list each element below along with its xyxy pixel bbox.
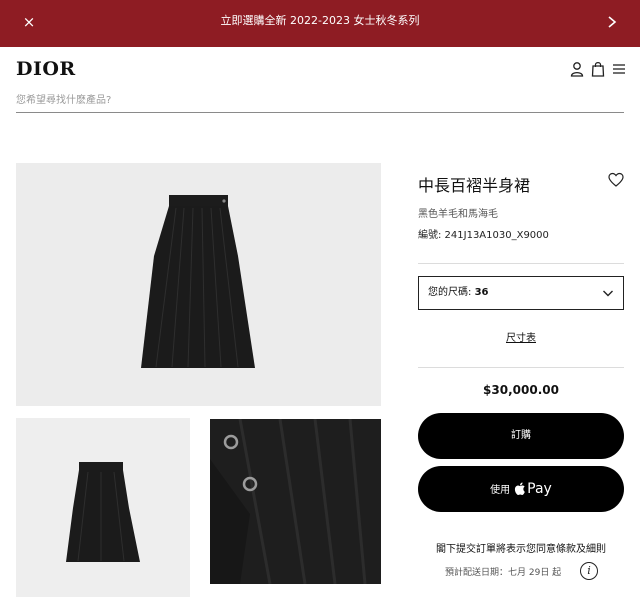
apple-pay-button[interactable]: 使用 Pay [418, 466, 624, 512]
apple-pay-text: Pay [527, 481, 552, 497]
fabric-detail-illustration [210, 418, 381, 585]
skirt-front-illustration [141, 195, 255, 368]
brand-logo[interactable]: DIOR [16, 58, 76, 80]
order-button[interactable]: 訂購 [418, 413, 624, 459]
product-title: 中長百褶半身裙 [418, 176, 531, 195]
info-icon[interactable]: i [580, 562, 598, 580]
terms-text[interactable]: 閣下提交訂單將表示您同意條款及細則 [418, 540, 624, 555]
skirt-side-illustration [66, 462, 140, 562]
size-label: 您的尺碼: [428, 287, 472, 298]
fabric-detail-photo [210, 418, 381, 585]
chevron-down-icon [603, 290, 613, 297]
heart-icon[interactable] [608, 172, 624, 188]
search-input[interactable] [16, 89, 624, 113]
announcement-banner: × 立即選購全新 2022-2023 女士秋冬系列 [0, 0, 640, 47]
apple-pay-prefix: 使用 [490, 485, 511, 496]
skirt-front-image[interactable] [16, 163, 381, 406]
divider [418, 367, 624, 368]
announcement-text[interactable]: 立即選購全新 2022-2023 女士秋冬系列 [0, 0, 640, 42]
header-actions [570, 61, 626, 77]
chevron-right-icon[interactable] [604, 12, 620, 32]
product-price: $30,000.00 [483, 383, 559, 397]
size-guide-link[interactable]: 尺寸表 [418, 329, 624, 344]
delivery-estimate: 預計配送日期：七月 29日 起 [445, 568, 562, 578]
user-icon[interactable] [570, 61, 584, 77]
size-value: 36 [474, 287, 489, 298]
divider [418, 263, 624, 264]
fabric-detail-image[interactable] [205, 418, 381, 597]
product-reference: 編號: 241J13A1030_X9000 [418, 230, 549, 241]
shopping-bag-icon[interactable] [591, 61, 605, 77]
apple-logo-icon [515, 482, 525, 495]
menu-icon[interactable] [612, 61, 626, 77]
size-label-group: 您的尺碼: 36 [428, 277, 488, 309]
product-material: 黑色羊毛和馬海毛 [418, 209, 498, 220]
skirt-side-image[interactable] [16, 418, 190, 597]
size-select[interactable]: 您的尺碼: 36 [418, 276, 624, 310]
